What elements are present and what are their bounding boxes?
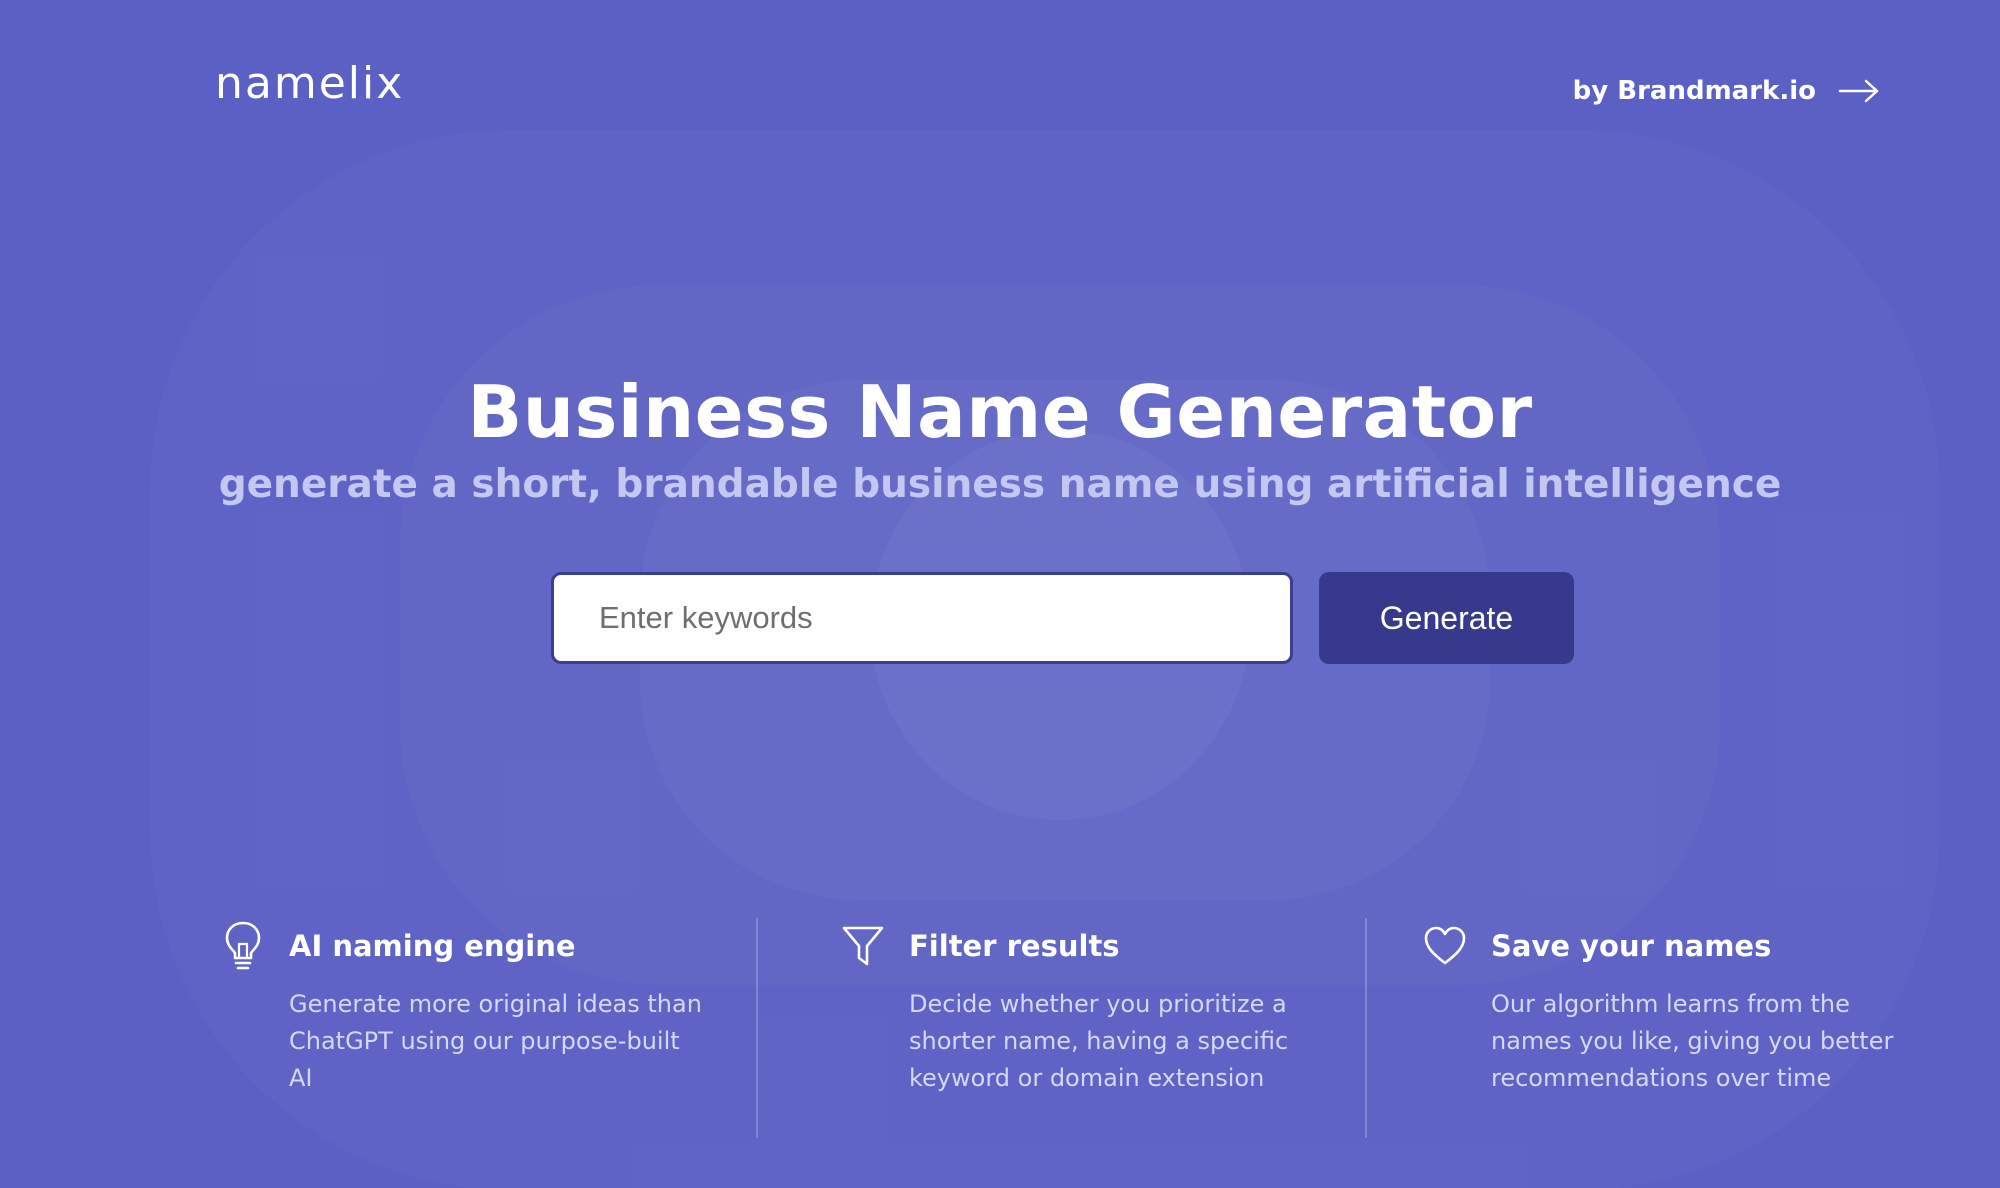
arrow-right-icon xyxy=(1838,79,1880,103)
feature-description: Decide whether you prioritize a shorter … xyxy=(909,990,1289,1092)
feature-filter-results: Filter results Decide whether you priori… xyxy=(835,918,1289,1097)
feature-divider xyxy=(1365,918,1367,1138)
page-subtitle: generate a short, brandable business nam… xyxy=(218,462,1782,507)
heart-icon xyxy=(1417,918,1473,974)
feature-save-names: Save your names Our algorithm learns fro… xyxy=(1417,918,1911,1097)
filter-icon xyxy=(835,918,891,974)
features-section: AI naming engine Generate more original … xyxy=(0,918,2000,1138)
brandmark-link[interactable]: by Brandmark.io xyxy=(1573,76,1880,106)
keywords-input[interactable] xyxy=(551,572,1293,664)
namelix-logo[interactable]: namelix xyxy=(215,58,404,109)
generate-button[interactable]: Generate xyxy=(1319,572,1574,664)
search-form: Generate xyxy=(551,572,1574,664)
feature-ai-naming: AI naming engine Generate more original … xyxy=(215,918,709,1097)
feature-description: Our algorithm learns from the names you … xyxy=(1491,990,1894,1092)
feature-title: Save your names xyxy=(1491,929,1772,963)
hero-section: Business Name Generator generate a short… xyxy=(0,370,2000,507)
feature-title: Filter results xyxy=(909,929,1120,963)
feature-description: Generate more original ideas than ChatGP… xyxy=(289,990,702,1092)
page-title: Business Name Generator xyxy=(467,370,1533,454)
lightbulb-icon xyxy=(215,918,271,974)
brandmark-link-label: by Brandmark.io xyxy=(1572,76,1816,106)
feature-divider xyxy=(756,918,758,1138)
feature-title: AI naming engine xyxy=(289,929,576,963)
